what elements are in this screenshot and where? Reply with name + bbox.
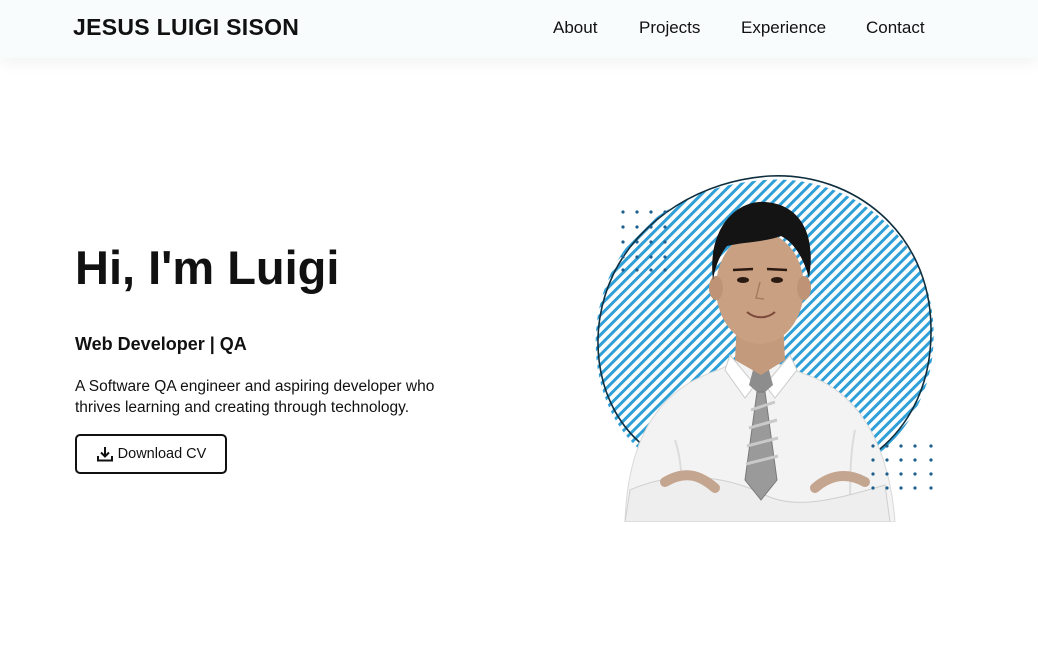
nav-link-about[interactable]: About [553,18,597,38]
brand-logo-text[interactable]: JESUS LUIGI SISON [73,14,299,41]
nav-link-contact[interactable]: Contact [866,18,925,38]
download-cv-label: Download CV [117,446,207,462]
nav-link-projects[interactable]: Projects [639,18,700,38]
download-icon [96,445,114,463]
navbar: JESUS LUIGI SISON About Projects Experie… [0,0,1038,58]
hero-illustration [585,170,945,523]
hero-role: Web Developer | QA [75,334,247,354]
hero-description: A Software QA engineer and aspiring deve… [75,378,435,416]
download-cv-button[interactable]: Download CV [75,434,227,474]
nav-link-experience[interactable]: Experience [741,18,826,38]
profile-photo [595,175,934,523]
hero-title: Hi, I'm Luigi [75,241,340,294]
